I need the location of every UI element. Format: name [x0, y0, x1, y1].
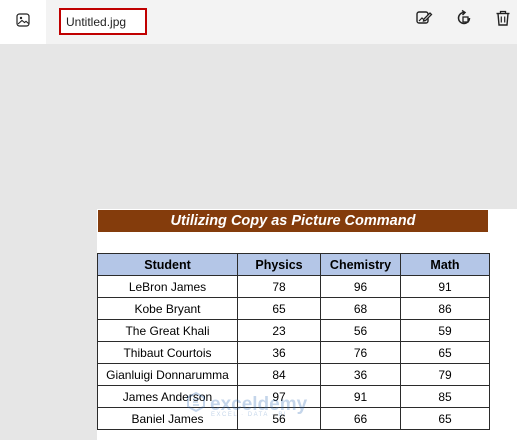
student-name-cell: Gianluigi Donnarumma — [97, 363, 238, 386]
student-marks-table: Student Physics Chemistry Math LeBron Ja… — [97, 253, 490, 430]
student-name-cell: The Great Khali — [97, 319, 238, 342]
physics-cell: 65 — [237, 297, 321, 320]
student-name-cell: Thibaut Courtois — [97, 341, 238, 364]
top-toolbar: Untitled.jpg — [0, 0, 517, 44]
chemistry-cell: 91 — [320, 385, 401, 408]
rotate-icon — [455, 9, 473, 32]
delete-icon — [494, 9, 512, 32]
table-row: Baniel James 56 66 65 — [97, 407, 490, 430]
image-canvas: Utilizing Copy as Picture Command Studen… — [0, 44, 517, 440]
student-name-cell: James Anderson — [97, 385, 238, 408]
column-header-student: Student — [97, 253, 238, 276]
column-header-chemistry: Chemistry — [320, 253, 401, 276]
column-header-math: Math — [400, 253, 490, 276]
table-header-row: Student Physics Chemistry Math — [97, 253, 490, 276]
image-icon — [16, 12, 30, 32]
sheet-title: Utilizing Copy as Picture Command — [98, 210, 488, 232]
chemistry-cell: 66 — [320, 407, 401, 430]
student-name-cell: Kobe Bryant — [97, 297, 238, 320]
math-cell: 59 — [400, 319, 490, 342]
math-cell: 65 — [400, 407, 490, 430]
math-cell: 85 — [400, 385, 490, 408]
physics-cell: 56 — [237, 407, 321, 430]
physics-cell: 84 — [237, 363, 321, 386]
column-header-physics: Physics — [237, 253, 321, 276]
math-cell: 91 — [400, 275, 490, 298]
chemistry-cell: 68 — [320, 297, 401, 320]
physics-cell: 23 — [237, 319, 321, 342]
physics-cell: 78 — [237, 275, 321, 298]
table-row: Gianluigi Donnarumma 84 36 79 — [97, 363, 490, 386]
image-thumbnail-button[interactable] — [0, 0, 46, 44]
chemistry-cell: 56 — [320, 319, 401, 342]
table-row: Thibaut Courtois 36 76 65 — [97, 341, 490, 364]
student-name-cell: LeBron James — [97, 275, 238, 298]
delete-button[interactable] — [491, 8, 515, 32]
table-row: Kobe Bryant 65 68 86 — [97, 297, 490, 320]
sheet-title-text: Utilizing Copy as Picture Command — [170, 213, 416, 229]
math-cell: 79 — [400, 363, 490, 386]
chemistry-cell: 96 — [320, 275, 401, 298]
table-row: James Anderson 97 91 85 — [97, 385, 490, 408]
chemistry-cell: 76 — [320, 341, 401, 364]
table-row: LeBron James 78 96 91 — [97, 275, 490, 298]
edit-image-icon — [415, 9, 433, 32]
math-cell: 86 — [400, 297, 490, 320]
student-name-cell: Baniel James — [97, 407, 238, 430]
edit-image-button[interactable] — [412, 8, 436, 32]
rotate-button[interactable] — [452, 8, 476, 32]
physics-cell: 97 — [237, 385, 321, 408]
file-name-label: Untitled.jpg — [66, 14, 127, 29]
table-row: The Great Khali 23 56 59 — [97, 319, 490, 342]
file-name-field[interactable]: Untitled.jpg — [59, 8, 147, 35]
spreadsheet-image: Utilizing Copy as Picture Command Studen… — [97, 209, 517, 440]
math-cell: 65 — [400, 341, 490, 364]
physics-cell: 36 — [237, 341, 321, 364]
chemistry-cell: 36 — [320, 363, 401, 386]
